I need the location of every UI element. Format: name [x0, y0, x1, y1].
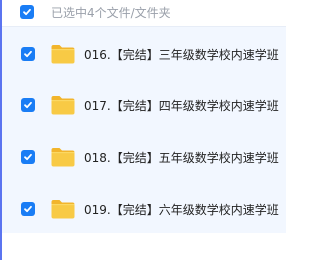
row-checkbox[interactable] — [21, 202, 35, 216]
folder-icon — [51, 148, 75, 167]
file-row[interactable]: 019.【完结】六年级数学校内速学班（ — [2, 194, 286, 224]
folder-icon — [51, 200, 75, 219]
row-checkbox[interactable] — [21, 98, 35, 112]
file-row[interactable]: 016.【完结】三年级数学校内速学班（ — [2, 39, 286, 69]
file-row[interactable]: 018.【完结】五年级数学校内速学班（ — [2, 142, 286, 172]
file-selection-panel: 已选中4个文件/文件夹 016.【完结】三年级数学校内速学班（ 017.【完结】… — [0, 0, 286, 260]
folder-icon — [51, 96, 75, 115]
check-icon — [24, 153, 32, 161]
check-icon — [24, 205, 32, 213]
file-name[interactable]: 016.【完结】三年级数学校内速学班（ — [84, 46, 286, 63]
check-icon — [24, 101, 32, 109]
check-icon — [24, 50, 32, 58]
folder-icon — [51, 45, 75, 64]
file-list: 016.【完结】三年级数学校内速学班（ 017.【完结】四年级数学校内速学班（ — [2, 26, 286, 233]
file-name[interactable]: 018.【完结】五年级数学校内速学班（ — [84, 149, 286, 166]
file-row[interactable]: 017.【完结】四年级数学校内速学班（ — [2, 90, 286, 120]
check-icon — [23, 8, 31, 16]
selection-summary: 已选中4个文件/文件夹 — [51, 5, 171, 20]
row-checkbox[interactable] — [21, 150, 35, 164]
row-checkbox[interactable] — [21, 47, 35, 61]
select-all-checkbox[interactable] — [20, 5, 34, 19]
file-name[interactable]: 019.【完结】六年级数学校内速学班（ — [84, 201, 286, 218]
file-name[interactable]: 017.【完结】四年级数学校内速学班（ — [84, 97, 286, 114]
selection-header: 已选中4个文件/文件夹 — [2, 0, 286, 24]
